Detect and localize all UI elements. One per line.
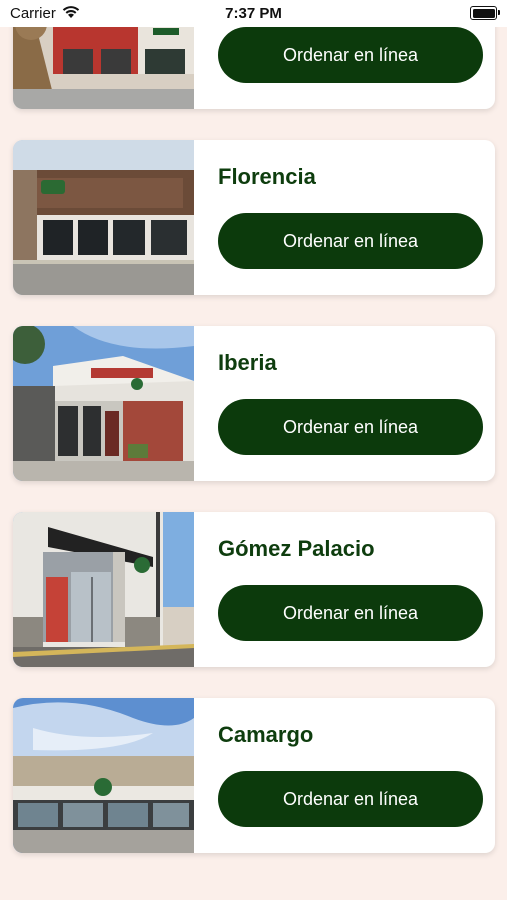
battery-icon bbox=[470, 6, 500, 20]
location-name: Gómez Palacio bbox=[218, 536, 375, 561]
clock-label: 7:37 PM bbox=[225, 5, 282, 22]
location-name: Camargo bbox=[218, 722, 314, 747]
location-card[interactable]: Iberia Ordenar en línea bbox=[13, 326, 495, 481]
location-name: Iberia bbox=[218, 350, 277, 375]
location-photo bbox=[13, 512, 194, 667]
order-online-button[interactable]: Ordenar en línea bbox=[218, 585, 483, 641]
location-photo bbox=[13, 140, 194, 295]
location-card[interactable]: Camargo Ordenar en línea bbox=[13, 698, 495, 853]
order-online-button[interactable]: Ordenar en línea bbox=[218, 27, 483, 83]
location-photo bbox=[13, 698, 194, 853]
location-name: Florencia bbox=[218, 164, 316, 189]
status-bar: Carrier 7:37 PM bbox=[0, 0, 507, 27]
order-online-button[interactable]: Ordenar en línea bbox=[218, 399, 483, 455]
location-card[interactable]: Florencia Ordenar en línea bbox=[13, 140, 495, 295]
order-online-button[interactable]: Ordenar en línea bbox=[218, 771, 483, 827]
location-card[interactable]: Gómez Palacio Ordenar en línea bbox=[13, 512, 495, 667]
location-photo bbox=[13, 326, 194, 481]
order-online-button[interactable]: Ordenar en línea bbox=[218, 213, 483, 269]
